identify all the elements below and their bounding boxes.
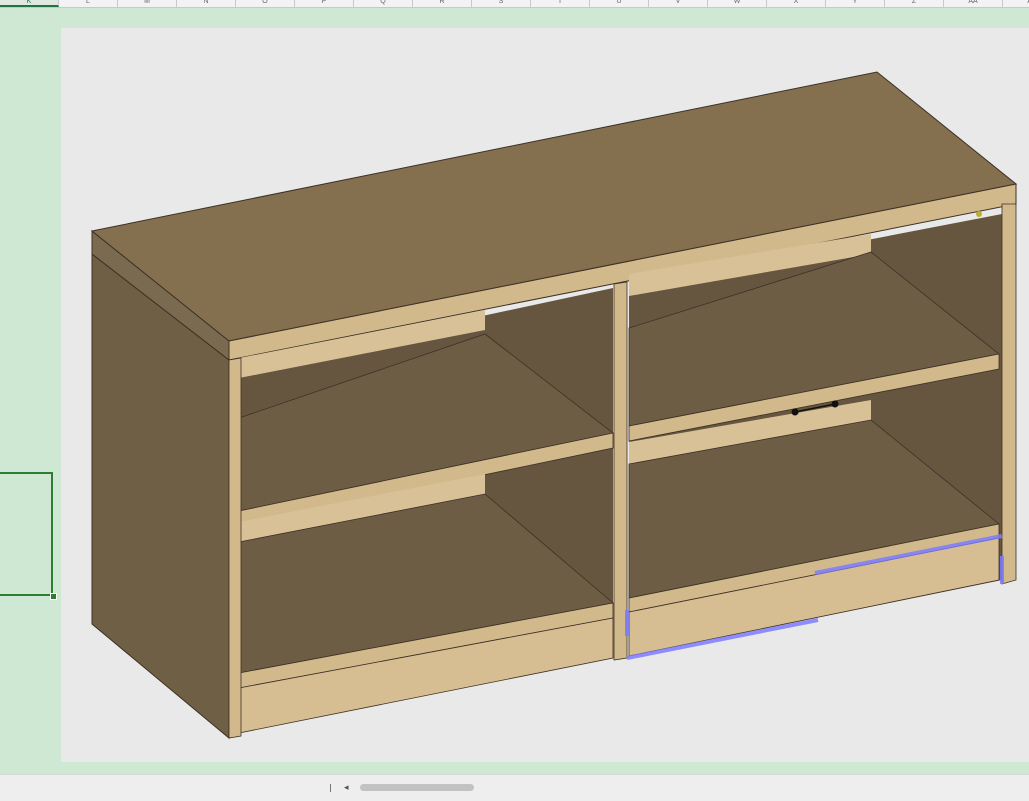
tab-split-handle[interactable] xyxy=(330,784,331,792)
horizontal-scrollbar[interactable] xyxy=(358,783,1018,791)
column-header-s[interactable]: S xyxy=(472,0,531,7)
column-header-row: KLMNOPQRSTUVWXYZAAAB xyxy=(0,0,1029,8)
column-header-t[interactable]: T xyxy=(531,0,590,7)
marker-dot-left xyxy=(791,408,799,416)
column-header-u[interactable]: U xyxy=(590,0,649,7)
marker-dot-right xyxy=(831,400,839,408)
fill-handle[interactable] xyxy=(50,593,57,600)
bottom-bar: ◂ xyxy=(0,774,1029,801)
corner-marker xyxy=(976,211,982,217)
column-header-v[interactable]: V xyxy=(649,0,708,7)
front-right-post xyxy=(1001,203,1017,585)
front-left-post xyxy=(228,357,242,739)
center-divider-post xyxy=(613,281,628,661)
column-header-aa[interactable]: AA xyxy=(944,0,1003,7)
horizontal-scrollbar-thumb[interactable] xyxy=(360,784,474,791)
column-header-x[interactable]: X xyxy=(767,0,826,7)
cabinet-render xyxy=(90,71,1018,740)
column-header-y[interactable]: Y xyxy=(826,0,885,7)
column-header-ab[interactable]: AB xyxy=(1003,0,1029,7)
column-header-n[interactable]: N xyxy=(177,0,236,7)
cell-selection[interactable] xyxy=(0,472,53,596)
column-header-k[interactable]: K xyxy=(0,0,59,7)
column-header-m[interactable]: M xyxy=(118,0,177,7)
scroll-left-icon[interactable]: ◂ xyxy=(344,782,349,792)
column-header-q[interactable]: Q xyxy=(354,0,413,7)
column-header-l[interactable]: L xyxy=(59,0,118,7)
column-header-w[interactable]: W xyxy=(708,0,767,7)
sheet-grid[interactable] xyxy=(0,8,1029,774)
column-header-o[interactable]: O xyxy=(236,0,295,7)
column-header-r[interactable]: R xyxy=(413,0,472,7)
embedded-picture[interactable] xyxy=(61,28,1029,762)
column-header-z[interactable]: Z xyxy=(885,0,944,7)
column-header-p[interactable]: P xyxy=(295,0,354,7)
